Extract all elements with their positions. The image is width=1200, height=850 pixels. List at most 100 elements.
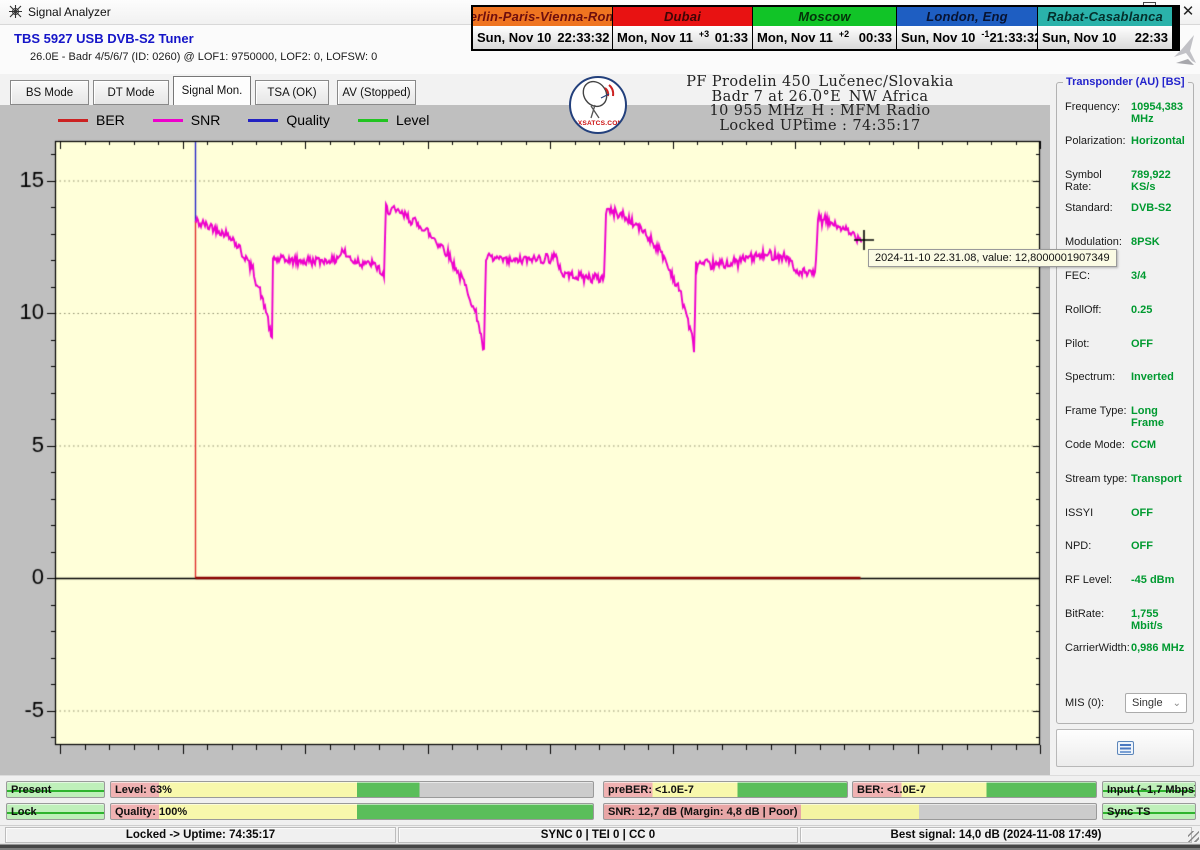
transponder-row-label: FEC: <box>1065 269 1091 282</box>
clock-cell: Rabat-Casablanca Sun, Nov 10 22:33 <box>1038 7 1172 49</box>
clock-date: Sun, Nov 10 <box>1042 30 1117 45</box>
mis-selected-value: Single <box>1132 697 1163 709</box>
legend-line-swatch <box>58 118 88 122</box>
clock-time-row: Sun, Nov 10 22:33 <box>1038 26 1172 49</box>
clock-city-label: Moscow <box>753 7 896 26</box>
transponder-row: Spectrum: Inverted <box>1065 371 1189 405</box>
transponder-row-value: Horizontal <box>1131 134 1185 147</box>
meter-present: Present <box>6 781 105 798</box>
tab-dt-mode[interactable]: DT Mode <box>93 80 169 105</box>
transponder-row-value: Long Frame <box>1131 405 1165 430</box>
signal-chart-canvas[interactable] <box>0 105 1050 775</box>
transponder-row-label: Frequency: <box>1065 101 1121 113</box>
clock-date: Sun, Nov 10 <box>901 30 976 45</box>
clock-time-row: Mon, Nov 11 +2 00:33 <box>753 26 896 49</box>
meter-lock: Lock <box>6 803 105 820</box>
meter-text: BER: <1.0E-7 <box>857 783 926 796</box>
transponder-row-label: ISSYI <box>1065 506 1094 519</box>
meter-text: Lock <box>11 805 37 818</box>
transponder-row-label: Spectrum: <box>1065 371 1116 384</box>
clock-cell: London, Eng Sun, Nov 10 -1 21:33:32 <box>897 7 1041 49</box>
tab-bs-mode[interactable]: BS Mode <box>10 80 89 105</box>
legend-label: SNR <box>190 112 221 128</box>
transponder-row-label: Symbol Rate: <box>1065 168 1102 193</box>
legend-label: Level <box>395 112 430 128</box>
meter-sync-ts: Sync TS <box>1102 803 1196 820</box>
transponder-row-value: OFF <box>1131 506 1153 519</box>
dxsatcs-dish-icon <box>582 80 615 119</box>
transponder-row-value: 789,922 KS/s <box>1131 168 1171 193</box>
clock-utc-offset: -1 <box>981 28 990 39</box>
transponder-row: Code Mode: CCM <box>1065 439 1189 473</box>
transponder-row-value: 1,755 Mbit/s <box>1131 607 1163 632</box>
transponder-row-label: Stream type: <box>1065 472 1128 485</box>
transponder-row-value: Transport <box>1131 472 1182 485</box>
transponder-row: Stream type: Transport <box>1065 473 1189 507</box>
transponder-row: Pilot: OFF <box>1065 338 1189 372</box>
transponder-row: Symbol Rate: 789,922 KS/s <box>1065 169 1189 203</box>
meter-level: Level: 63% <box>110 781 594 798</box>
clock-utc-offset: +3 <box>698 28 710 39</box>
clock-date: Sun, Nov 10 <box>477 30 552 45</box>
legend-label: BER <box>96 112 125 128</box>
transponder-row-label: Code Mode: <box>1065 438 1125 451</box>
clock-city-label: Dubai <box>613 7 752 26</box>
meter-input-1-7-mbps-: Input (~1,7 Mbps) <box>1102 781 1196 798</box>
clock-cell: Dubai Mon, Nov 11 +3 01:33 <box>613 7 752 49</box>
meter-text: Level: 63% <box>115 783 172 796</box>
clock-cell: Berlin-Paris-Vienna-Roma Sun, Nov 10 22:33… <box>473 7 612 49</box>
value-tooltip: 2024-11-10 22.31.08, value: 12,800000190… <box>868 249 1117 267</box>
meter-quality: Quality: 100% <box>110 803 594 820</box>
tab-signal-mon-[interactable]: Signal Mon. <box>173 76 251 106</box>
transponder-row: CarrierWidth: 0,986 MHz <box>1065 642 1189 676</box>
clock-time-row: Sun, Nov 10 -1 21:33:32 <box>897 26 1041 49</box>
tuner-lnb-info: 26.0E - Badr 4/5/6/7 (ID: 0260) @ LOF1: … <box>30 51 378 63</box>
transponder-panel: Transponder (AU) [BS] Frequency: 10954,38… <box>1050 74 1200 775</box>
mis-dropdown[interactable]: Single ⌄ <box>1125 693 1187 713</box>
signal-chart-area: BER SNR Quality Level 2024-11-10 22.31.08, … <box>0 105 1117 775</box>
transponder-row-value: OFF <box>1131 337 1153 350</box>
transponder-row-label: Standard: <box>1065 202 1113 215</box>
transponder-row: RollOff: 0.25 <box>1065 304 1189 338</box>
clock-city-label: London, Eng <box>897 7 1037 26</box>
clock-time: 22:33 <box>1134 30 1168 45</box>
legend-item-snr: SNR <box>152 112 221 128</box>
transponder-groupbox: Transponder (AU) [BS] Frequency: 10954,38… <box>1056 76 1194 724</box>
meter-text: preBER: <1.0E-7 <box>608 783 694 796</box>
world-clock-strip: Berlin-Paris-Vienna-Roma Sun, Nov 10 22:33… <box>471 5 1180 51</box>
transponder-row-value: 8PSK <box>1131 236 1160 249</box>
transponder-row: RF Level: -45 dBm <box>1065 574 1189 608</box>
status-sync: SYNC 0 | TEI 0 | CC 0 <box>398 827 798 843</box>
transponder-row-label: NPD: <box>1065 540 1092 553</box>
transponder-row: NPD: OFF <box>1065 540 1189 574</box>
tab-tsa-ok-[interactable]: TSA (OK) <box>255 80 329 105</box>
status-best-signal: Best signal: 14,0 dB (2024-11-08 17:49) <box>800 827 1192 843</box>
transponder-row-value: Inverted <box>1131 371 1174 384</box>
signal-analyzer-window: Signal Analyzer ✕ Berlin-Paris-Vienna-Ro… <box>0 0 1200 850</box>
transponder-row-value: 10954,383 MHz <box>1131 101 1183 125</box>
transponder-row-label: Pilot: <box>1065 337 1090 350</box>
transponder-row-value: OFF <box>1131 540 1153 553</box>
transponder-row: Polarization: Horizontal <box>1065 135 1189 169</box>
window-bottom-edge <box>0 843 1200 850</box>
transponder-row: FEC: 3/4 <box>1065 270 1189 304</box>
clock-date: Mon, Nov 11 <box>617 30 693 45</box>
legend-line-swatch <box>248 118 279 122</box>
tab-av-stopped-[interactable]: AV (Stopped) <box>337 80 416 105</box>
close-button[interactable]: ✕ <box>1179 2 1197 20</box>
meter-text: Quality: 100% <box>115 805 188 818</box>
transponder-row-value: 0,986 MHz <box>1131 641 1185 654</box>
transponder-row-label: Modulation: <box>1065 236 1122 249</box>
legend-item-level: Level <box>357 112 430 128</box>
transponder-row-label: RollOff: <box>1065 303 1102 316</box>
transponder-row: BitRate: 1,755 Mbit/s <box>1065 608 1189 642</box>
meter-text: Present <box>11 783 52 796</box>
resize-grip[interactable] <box>1188 831 1199 842</box>
clock-city-label: Rabat-Casablanca <box>1038 7 1172 26</box>
clock-time: 01:33 <box>714 30 748 45</box>
clock-time: 00:33 <box>858 30 892 45</box>
save-settings-button[interactable] <box>1056 729 1194 767</box>
feed-header-line4: Locked UPtime : 74:35:17 <box>719 117 921 134</box>
clock-utc-offset: +2 <box>838 28 850 39</box>
feed-header-block: PF Prodelin 450_Lučenec/Slovakia Badr 7 … <box>610 75 1030 133</box>
